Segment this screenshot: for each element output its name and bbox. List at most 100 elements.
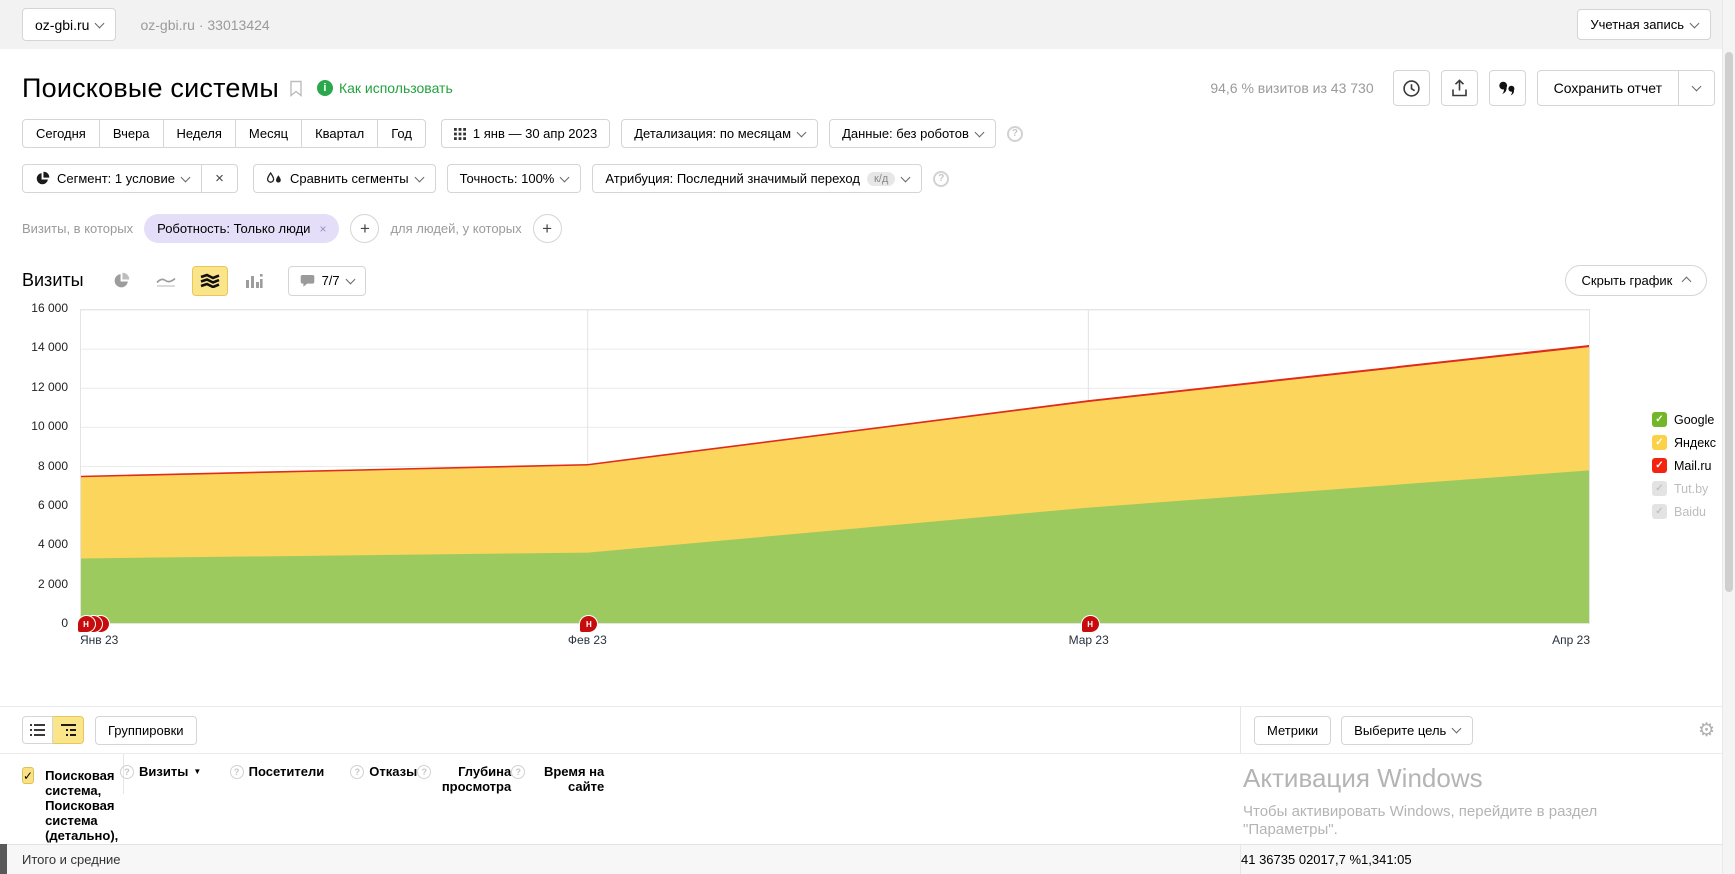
y-axis-tick: 6 000 [37, 497, 68, 512]
totals-values: 41 367 35 020 17,7 % 1,34 1:05 [1240, 845, 1735, 874]
period-tab-0[interactable]: Сегодня [22, 119, 100, 148]
help-icon[interactable]: ? [933, 170, 950, 187]
site-switcher-button[interactable]: oz-gbi.ru [22, 8, 117, 41]
dimensions-checkbox[interactable]: ✓ [22, 767, 35, 784]
note-marker[interactable]: Н [580, 616, 598, 632]
y-axis-tick: 10 000 [31, 419, 68, 434]
totals-row: Итого и средние 41 367 35 020 17,7 % 1,34 1:… [0, 844, 1735, 874]
column-header-label: Визиты [139, 764, 189, 779]
breadcrumb-separator: · [198, 16, 204, 33]
note-marker[interactable]: Н [77, 616, 95, 632]
report-head: Поисковые системы i Как использовать 94,… [0, 49, 1735, 114]
period-tab-5[interactable]: Год [378, 119, 426, 148]
column-chart-type-button[interactable] [236, 266, 272, 296]
robotness-chip[interactable]: Роботность: Только люди × [144, 214, 340, 243]
column-header-4[interactable]: ? Время на сайте [511, 764, 604, 794]
column-header-1[interactable]: ? Посетители [229, 764, 324, 794]
metrics-button[interactable]: Метрики [1254, 715, 1332, 745]
legend-item-Google[interactable]: ✓ Google [1652, 412, 1716, 427]
pinned-edge [0, 844, 7, 874]
column-chart-icon [245, 273, 263, 288]
segment-clear-button[interactable]: × [201, 164, 238, 193]
x-axis-tick: Янв 23 [80, 633, 119, 647]
export-icon [1451, 78, 1468, 98]
data-mode-dropdown[interactable]: Данные: без роботов [829, 119, 996, 148]
compare-segments-dropdown[interactable]: Сравнить сегменты [252, 164, 436, 193]
history-button[interactable] [1392, 70, 1430, 106]
chevron-down-icon [414, 172, 425, 182]
help-icon[interactable]: ? [120, 765, 134, 779]
info-icon: i [316, 80, 333, 96]
stacked-area-type-button[interactable] [191, 265, 228, 296]
accuracy-dropdown[interactable]: Точность: 100% [446, 164, 582, 193]
save-report-button[interactable]: Сохранить отчет [1536, 70, 1679, 106]
site-switcher-label: oz-gbi.ru [35, 16, 90, 33]
notes-dropdown[interactable]: 7/7 [287, 265, 366, 296]
help-icon[interactable]: ? [511, 765, 526, 779]
account-button[interactable]: Учетная запись [1577, 9, 1711, 40]
table-toolbar: Группировки Метрики Выберите цель ⚙ [0, 707, 1735, 754]
gear-icon[interactable]: ⚙ [1698, 719, 1715, 742]
legend-checkbox[interactable]: ✓ [1652, 458, 1667, 473]
pie-chart-type-button[interactable] [104, 266, 140, 296]
notes-count: 7/7 [321, 273, 340, 288]
period-tab-4[interactable]: Квартал [302, 119, 379, 148]
breadcrumb: oz-gbi.ru · 33013424 [140, 17, 269, 33]
period-tab-2[interactable]: Неделя [163, 119, 236, 148]
period-tab-3[interactable]: Месяц [235, 119, 303, 148]
attribution-badge: к/д [866, 171, 896, 186]
note-marker[interactable]: Н [1081, 616, 1099, 632]
add-people-condition-button[interactable]: + [532, 214, 562, 243]
list-view-button[interactable] [22, 716, 53, 744]
legend-item-Tut.by[interactable]: ✓ Tut.by [1652, 481, 1716, 496]
y-axis-tick: 12 000 [31, 379, 68, 394]
legend-item-Mail.ru[interactable]: ✓ Mail.ru [1652, 458, 1716, 473]
period-tab-1[interactable]: Вчера [99, 119, 164, 148]
export-button[interactable] [1440, 70, 1478, 106]
legend-checkbox[interactable]: ✓ [1652, 481, 1667, 496]
column-header-2[interactable]: ? Отказы [350, 764, 417, 794]
legend-checkbox[interactable]: ✓ [1652, 504, 1667, 519]
chart-header: Визиты 7/7 Скрыть график [0, 247, 1735, 296]
attribution-dropdown[interactable]: Атрибуция: Последний значимый переход к/… [592, 164, 923, 193]
add-visit-condition-button[interactable]: + [350, 214, 380, 243]
legend-item-Baidu[interactable]: ✓ Baidu [1652, 504, 1716, 519]
groupings-button[interactable]: Группировки [95, 715, 197, 745]
help-icon[interactable]: ? [350, 765, 365, 779]
help-icon[interactable]: ? [229, 765, 244, 779]
segment-dropdown[interactable]: Сегмент: 1 условие [22, 164, 202, 193]
clock-icon [1402, 79, 1421, 98]
metrica-api-button[interactable] [1488, 70, 1526, 106]
help-icon[interactable]: ? [1006, 125, 1023, 142]
how-to-use-link[interactable]: Как использовать [339, 80, 453, 96]
tree-view-button[interactable] [53, 716, 84, 744]
legend-label: Tut.by [1674, 481, 1709, 496]
chevron-down-icon [900, 172, 911, 182]
hide-chart-button[interactable]: Скрыть график [1564, 265, 1707, 296]
date-range-button[interactable]: 1 янв — 30 апр 2023 [440, 119, 611, 148]
column-header-label: Отказы [369, 764, 418, 779]
scrollbar-thumb[interactable] [1725, 52, 1733, 592]
goal-dropdown[interactable]: Выберите цель [1341, 715, 1474, 745]
column-header-0[interactable]: ? Визиты ▼ [120, 764, 201, 794]
vertical-scrollbar[interactable] [1722, 0, 1735, 874]
legend-item-Яндекс[interactable]: ✓ Яндекс [1652, 435, 1716, 450]
save-report-dropdown[interactable] [1679, 70, 1715, 106]
detail-label: Детализация: по месяцам [634, 126, 792, 141]
column-header-3[interactable]: ? Глубина просмотра [417, 764, 511, 794]
data-mode-label: Данные: без роботов [842, 126, 969, 141]
notes-layer: ННННН [77, 310, 1589, 632]
bookmark-icon[interactable] [289, 80, 303, 97]
segment-conditions-row: Визиты, в которых Роботность: Только люд… [0, 198, 1735, 247]
help-icon[interactable]: ? [417, 765, 432, 779]
drops-compare-icon [266, 171, 283, 186]
detail-dropdown[interactable]: Детализация: по месяцам [621, 119, 819, 148]
chip-close-icon[interactable]: × [319, 222, 326, 236]
column-header-label: Время на сайте [543, 764, 605, 794]
chevron-down-icon [1691, 81, 1702, 92]
legend-checkbox[interactable]: ✓ [1652, 412, 1667, 427]
table-toolbar-right: Метрики Выберите цель ⚙ [1240, 707, 1735, 753]
legend-checkbox[interactable]: ✓ [1652, 435, 1667, 450]
hide-chart-label: Скрыть график [1581, 273, 1673, 288]
line-chart-type-button[interactable] [148, 266, 184, 296]
